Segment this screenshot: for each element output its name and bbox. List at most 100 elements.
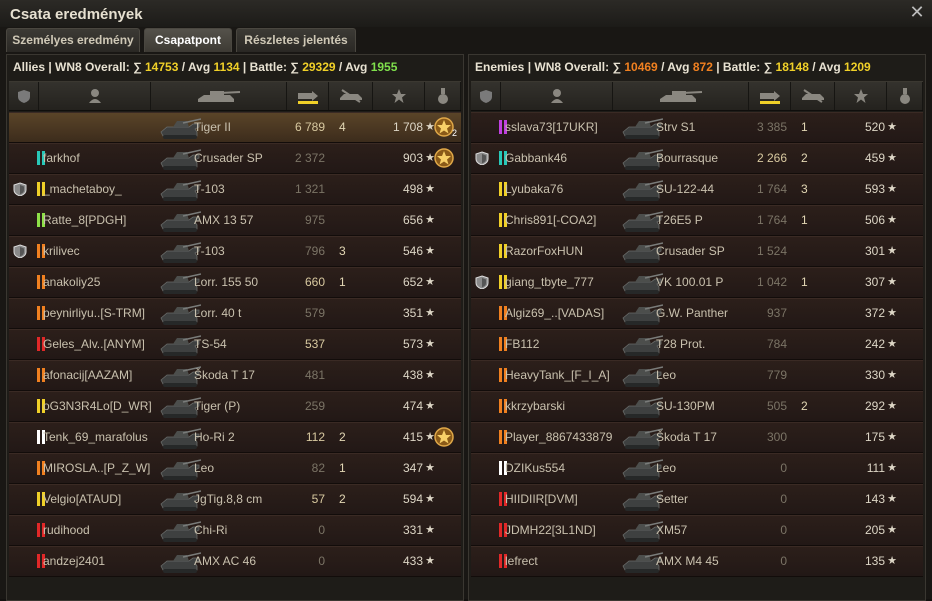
player-row[interactable]: rudihood Chi-Ri 0 331 ★ <box>9 515 461 546</box>
player-row[interactable]: JDMH22[3L1ND] XM57 0 205 ★ <box>471 515 923 546</box>
vehicle-name: Tiger (P) <box>194 399 241 413</box>
player-row[interactable]: Geles_Alv..[ANYM] TS-54 537 573 ★ <box>9 329 461 360</box>
player-row[interactable]: HIIDIIR[DVM] Setter 0 143 ★ <box>471 484 923 515</box>
player-row[interactable]: oG3N3R4Lo[D_WR] Tiger (P) 259 474 ★ <box>9 391 461 422</box>
player-row[interactable]: giang_tbyte_777 VK 100.01 P 1 042 1 307 ★ <box>471 267 923 298</box>
vehicle-name: AMX AC 46 <box>194 554 257 568</box>
medal-icon[interactable] <box>433 147 455 169</box>
player-row[interactable]: Velgio[ATAUD] JgTig.8,8 cm 57 2 594 ★ <box>9 484 461 515</box>
medal-icon[interactable] <box>433 426 455 448</box>
player-row[interactable]: HeavyTank_[F_I_A] Leo 779 330 ★ <box>471 360 923 391</box>
sort-column-medal[interactable] <box>425 82 461 110</box>
player-row[interactable]: Tiger II 6 789 4 1 708 ★ 2 <box>9 112 461 143</box>
player-row[interactable]: lefrect AMX M4 45 0 135 ★ <box>471 546 923 577</box>
vehicle-name: T26E5 P <box>656 213 703 227</box>
vehicle-name: VK 100.01 P <box>656 275 724 289</box>
sort-column-kills[interactable] <box>791 82 835 110</box>
vehicle-name: Škoda T 17 <box>194 368 255 382</box>
player-row[interactable]: MIROSLA..[P_Z_W] Leo 82 1 347 ★ <box>9 453 461 484</box>
player-row[interactable]: anakoliy25 Lorr. 155 50 660 1 652 ★ <box>9 267 461 298</box>
sort-column-xp-star[interactable] <box>373 82 425 110</box>
vehicle-name: T-103 <box>194 244 225 258</box>
xp-star-icon: ★ <box>887 183 897 195</box>
vehicle-name: JgTig.8,8 cm <box>194 492 263 506</box>
sort-column-damage[interactable] <box>287 82 329 110</box>
sort-column-tank[interactable] <box>613 82 749 110</box>
player-name: DZIKus554 <box>505 461 566 475</box>
sort-column-player[interactable] <box>39 82 151 110</box>
vehicle-name: Chi-Ri <box>194 523 228 537</box>
player-row[interactable]: Chris891[-COA2] T26E5 P 1 764 1 506 ★ <box>471 205 923 236</box>
sort-column-player[interactable] <box>501 82 613 110</box>
player-icon <box>88 89 101 103</box>
player-name: lefrect <box>505 554 538 568</box>
xp-star-icon <box>391 89 406 103</box>
tab-detailed-report[interactable]: Részletes jelentés <box>236 28 356 52</box>
vehicle-name: Setter <box>656 492 689 506</box>
sort-column-clan-shield[interactable] <box>471 82 501 110</box>
player-row[interactable]: kkrzybarski SU-130PM 505 2 292 ★ <box>471 391 923 422</box>
vehicle-name: Strv S1 <box>656 120 696 134</box>
allies-summary: Allies | WN8 Overall: ∑ 14753 / Avg 1134… <box>13 60 398 74</box>
player-name: Gabbank46 <box>505 151 568 165</box>
player-row[interactable]: DZIKus554 Leo 0 111 ★ <box>471 453 923 484</box>
clan-shield-icon <box>13 182 27 196</box>
player-row[interactable]: andzej2401 AMX AC 46 0 433 ★ <box>9 546 461 577</box>
player-row[interactable]: farkhof Crusader SP 2 372 903 ★ <box>9 143 461 174</box>
damage-value: 937 <box>766 306 787 320</box>
player-row[interactable]: sslava73[17UKR] Strv S1 3 385 1 520 ★ <box>471 112 923 143</box>
enemies-column-header <box>471 81 923 111</box>
player-row[interactable]: Gabbank46 Bourrasque 2 266 2 459 ★ <box>471 143 923 174</box>
sort-column-clan-shield[interactable] <box>9 82 39 110</box>
player-row[interactable]: krilivec T-103 796 3 546 ★ <box>9 236 461 267</box>
sort-column-kills[interactable] <box>329 82 373 110</box>
kills-icon <box>339 89 362 103</box>
player-row[interactable]: FB112 T28 Prot. 784 242 ★ <box>471 329 923 360</box>
tab-personal-result[interactable]: Személyes eredmény <box>6 28 140 52</box>
player-row[interactable]: Tenk_69_marafolus Ho-Ri 2 112 2 415 ★ <box>9 422 461 453</box>
player-row[interactable]: Player_8867433879 Škoda T 17 300 175 ★ <box>471 422 923 453</box>
close-icon[interactable]: ✕ <box>908 3 926 21</box>
rating-color-bar <box>499 275 502 289</box>
damage-value: 2 266 <box>756 151 787 165</box>
damage-value: 1 321 <box>294 182 325 196</box>
player-row[interactable]: RazorFoxHUN Crusader SP 1 524 301 ★ <box>471 236 923 267</box>
player-row[interactable]: _machetaboy_ T-103 1 321 498 ★ <box>9 174 461 205</box>
player-name: MIROSLA..[P_Z_W] <box>43 461 151 475</box>
player-name: HIIDIIR[DVM] <box>505 492 578 506</box>
xp-star-icon: ★ <box>887 431 897 443</box>
xp-value: 330 <box>864 368 885 382</box>
wn8-label: WN8 Overall: <box>55 60 130 74</box>
overall-avg: 1134 <box>213 60 240 74</box>
rating-color-bar <box>37 182 40 196</box>
player-row[interactable]: Algiz69_..[VADAS] G.W. Panther 937 372 ★ <box>471 298 923 329</box>
player-row[interactable]: Lyubaka76 SU-122-44 1 764 3 593 ★ <box>471 174 923 205</box>
vehicle-name: Leo <box>656 368 677 382</box>
overall-sum: 10469 <box>624 60 658 74</box>
vehicle-name: Leo <box>194 461 215 475</box>
wn8-label: WN8 Overall: <box>534 60 610 74</box>
sort-column-medal[interactable] <box>887 82 923 110</box>
kills-value: 1 <box>801 213 808 227</box>
sigma-symbol: ∑ <box>612 60 621 74</box>
xp-value: 903 <box>402 151 423 165</box>
xp-value: 372 <box>864 306 885 320</box>
player-row[interactable]: peynirliyu..[S-TRM] Lorr. 40 t 579 351 ★ <box>9 298 461 329</box>
avg-label: / Avg <box>661 60 690 74</box>
vehicle-name: SU-130PM <box>656 399 715 413</box>
xp-value: 351 <box>402 306 423 320</box>
xp-star-icon: ★ <box>887 369 897 381</box>
rating-color-bar <box>499 244 502 258</box>
player-row[interactable]: afonacij[AAZAM] Škoda T 17 481 438 ★ <box>9 360 461 391</box>
xp-star-icon: ★ <box>887 121 897 133</box>
sort-column-damage[interactable] <box>749 82 791 110</box>
damage-value: 1 764 <box>756 213 787 227</box>
sort-column-xp-star[interactable] <box>835 82 887 110</box>
sort-column-tank[interactable] <box>151 82 287 110</box>
tab-team-score[interactable]: Csapatpont <box>144 28 232 52</box>
vehicle-name: Tiger II <box>194 120 231 134</box>
player-row[interactable]: Ratte_8[PDGH] AMX 13 57 975 656 ★ <box>9 205 461 236</box>
xp-value: 474 <box>402 399 423 413</box>
player-name: Chris891[-COA2] <box>505 213 597 227</box>
damage-value: 784 <box>766 337 787 351</box>
